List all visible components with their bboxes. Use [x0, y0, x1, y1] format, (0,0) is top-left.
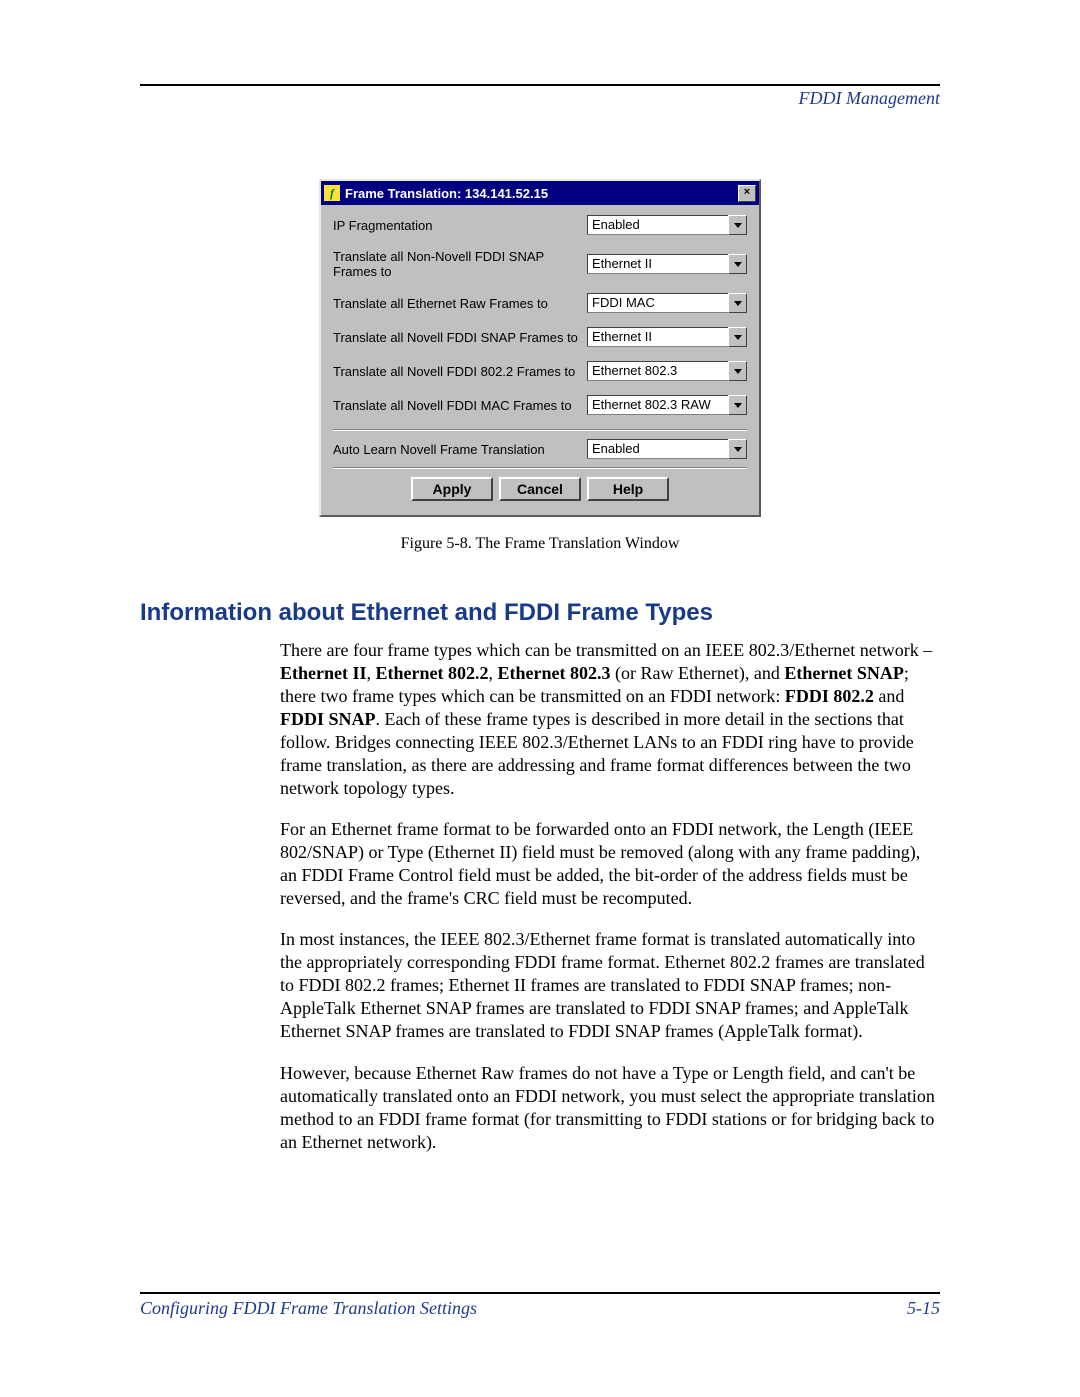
chevron-down-icon[interactable] [728, 215, 747, 235]
text-bold: Ethernet 802.2 [376, 663, 489, 683]
chevron-down-icon[interactable] [728, 327, 747, 347]
page-number: 5-15 [907, 1298, 940, 1319]
titlebar: f Frame Translation: 134.141.52.15 × [321, 181, 759, 205]
help-button[interactable]: Help [587, 477, 669, 501]
footer: Configuring FDDI Frame Translation Setti… [140, 1292, 940, 1319]
row-novell-mac: Translate all Novell FDDI MAC Frames to … [333, 395, 747, 415]
app-icon-glyph: f [330, 187, 334, 199]
label-novell-snap: Translate all Novell FDDI SNAP Frames to [333, 330, 587, 345]
paragraph-3: In most instances, the IEEE 802.3/Ethern… [280, 928, 940, 1043]
select-ip-fragmentation[interactable]: Enabled [587, 215, 747, 235]
paragraph-4: However, because Ethernet Raw frames do … [280, 1062, 940, 1154]
text-bold: FDDI SNAP [280, 709, 376, 729]
chevron-down-icon[interactable] [728, 395, 747, 415]
select-value: FDDI MAC [587, 293, 728, 313]
select-value: Enabled [587, 439, 728, 459]
apply-button[interactable]: Apply [411, 477, 493, 501]
frame-translation-dialog: f Frame Translation: 134.141.52.15 × IP … [319, 179, 761, 517]
select-value: Enabled [587, 215, 728, 235]
row-novell-snap: Translate all Novell FDDI SNAP Frames to… [333, 327, 747, 347]
footer-left: Configuring FDDI Frame Translation Setti… [140, 1298, 477, 1319]
row-ethernet-raw: Translate all Ethernet Raw Frames to FDD… [333, 293, 747, 313]
text-run: . Each of these frame types is described… [280, 709, 914, 798]
select-novell-8022[interactable]: Ethernet 802.3 [587, 361, 747, 381]
dialog-body: IP Fragmentation Enabled Translate all N… [321, 205, 759, 515]
header-rule [140, 84, 940, 86]
text-bold: Ethernet II [280, 663, 367, 683]
select-ethernet-raw[interactable]: FDDI MAC [587, 293, 747, 313]
text-bold: Ethernet 802.3 [497, 663, 610, 683]
chevron-down-icon[interactable] [728, 361, 747, 381]
chevron-down-icon[interactable] [728, 254, 747, 274]
paragraph-1: There are four frame types which can be … [280, 639, 940, 800]
row-ip-fragmentation: IP Fragmentation Enabled [333, 215, 747, 235]
app-icon: f [324, 185, 340, 201]
section-title: FDDI Management [140, 88, 940, 109]
row-nonnovell-snap: Translate all Non-Novell FDDI SNAP Frame… [333, 249, 747, 279]
select-novell-snap[interactable]: Ethernet II [587, 327, 747, 347]
button-row: Apply Cancel Help [333, 477, 747, 505]
label-nonnovell-snap: Translate all Non-Novell FDDI SNAP Frame… [333, 249, 587, 279]
page: FDDI Management f Frame Translation: 134… [0, 0, 1080, 1397]
chevron-down-icon[interactable] [728, 293, 747, 313]
separator [333, 467, 747, 469]
select-value: Ethernet 802.3 RAW [587, 395, 728, 415]
select-nonnovell-snap[interactable]: Ethernet II [587, 254, 747, 274]
label-ip-fragmentation: IP Fragmentation [333, 218, 587, 233]
text-bold: FDDI 802.2 [785, 686, 874, 706]
row-novell-8022: Translate all Novell FDDI 802.2 Frames t… [333, 361, 747, 381]
footer-rule [140, 1292, 940, 1294]
close-icon[interactable]: × [738, 185, 756, 202]
chevron-down-icon[interactable] [728, 439, 747, 459]
select-auto-learn[interactable]: Enabled [587, 439, 747, 459]
label-auto-learn: Auto Learn Novell Frame Translation [333, 442, 587, 457]
select-value: Ethernet II [587, 254, 728, 274]
separator [333, 429, 747, 431]
text-run: There are four frame types which can be … [280, 640, 932, 660]
figure: f Frame Translation: 134.141.52.15 × IP … [140, 179, 940, 553]
select-value: Ethernet 802.3 [587, 361, 728, 381]
select-value: Ethernet II [587, 327, 728, 347]
text-run: and [874, 686, 905, 706]
label-novell-8022: Translate all Novell FDDI 802.2 Frames t… [333, 364, 587, 379]
select-novell-mac[interactable]: Ethernet 802.3 RAW [587, 395, 747, 415]
section-heading: Information about Ethernet and FDDI Fram… [140, 599, 940, 627]
label-novell-mac: Translate all Novell FDDI MAC Frames to [333, 398, 587, 413]
label-ethernet-raw: Translate all Ethernet Raw Frames to [333, 296, 587, 311]
row-auto-learn: Auto Learn Novell Frame Translation Enab… [333, 439, 747, 459]
text-bold: Ethernet SNAP [784, 663, 904, 683]
text-run: , [367, 663, 376, 683]
text-run: (or Raw Ethernet), and [610, 663, 784, 683]
figure-caption: Figure 5-8. The Frame Translation Window [401, 535, 680, 553]
body-text: There are four frame types which can be … [280, 639, 940, 1154]
window-title: Frame Translation: 134.141.52.15 [345, 186, 738, 201]
paragraph-2: For an Ethernet frame format to be forwa… [280, 818, 940, 910]
cancel-button[interactable]: Cancel [499, 477, 581, 501]
